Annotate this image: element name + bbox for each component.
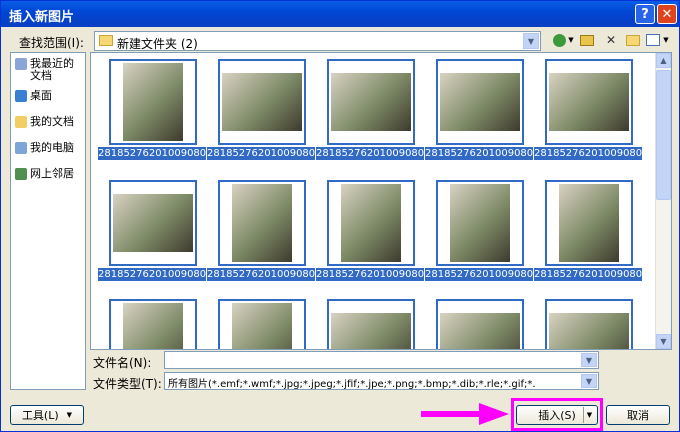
insert-dropdown-icon[interactable]: ▼ <box>583 407 595 423</box>
image-thumbnail[interactable] <box>545 299 633 349</box>
chevron-down-icon: ▼ <box>66 411 73 419</box>
photo <box>549 313 629 349</box>
filetype-label: 文件类型(T): <box>93 377 162 391</box>
recent-documents-icon <box>15 58 27 70</box>
up-folder-icon[interactable] <box>579 32 595 48</box>
file-name[interactable]: 28185276201009080... <box>316 268 424 281</box>
image-thumbnail[interactable] <box>218 299 306 349</box>
photo <box>113 194 193 252</box>
image-thumbnail[interactable] <box>545 180 633 266</box>
file-name[interactable]: 28185276201009080... <box>207 268 315 281</box>
photo <box>331 73 411 131</box>
filetype-value: 所有图片(*.emf;*.wmf;*.jpg;*.jpeg;*.jfif;*.j… <box>168 379 536 390</box>
place-label: 我最近的文档 <box>30 57 74 82</box>
place-label: 桌面 <box>30 89 52 102</box>
photo <box>549 73 629 131</box>
chevron-down-icon[interactable]: ▼ <box>581 353 597 367</box>
tools-label: 工具(L) <box>21 409 59 422</box>
image-thumbnail[interactable] <box>109 59 197 145</box>
title-bar: 插入新图片 ? ✕ <box>1 1 679 27</box>
photo <box>123 63 183 141</box>
insert-picture-dialog: 插入新图片 ? ✕ 查找范围(I): 新建文件夹 (2) ▼ ▼ ✕ ▼ 我最近… <box>0 0 680 432</box>
folder-icon <box>99 35 113 46</box>
photo <box>232 303 292 349</box>
photo <box>440 73 520 131</box>
image-thumbnail[interactable] <box>327 299 415 349</box>
close-button[interactable]: ✕ <box>657 4 677 24</box>
image-thumbnail[interactable] <box>545 59 633 145</box>
places-bar: 我最近的文档 桌面 我的文档 我的电脑 网上邻居 <box>10 52 86 390</box>
close-icon: ✕ <box>661 6 673 22</box>
scroll-down-icon[interactable]: ▼ <box>656 334 671 349</box>
desktop-icon <box>15 90 27 102</box>
back-icon[interactable] <box>551 32 567 48</box>
image-thumbnail[interactable] <box>109 180 197 266</box>
place-label: 网上邻居 <box>30 167 74 180</box>
scroll-thumb[interactable] <box>656 70 671 200</box>
image-thumbnail[interactable] <box>109 299 197 349</box>
views-dropdown-icon[interactable]: ▼ <box>662 32 670 48</box>
file-list: 28185276201009080... 28185276201009080..… <box>90 52 672 350</box>
photo <box>232 184 292 262</box>
filename-label: 文件名(N): <box>93 356 152 370</box>
image-thumbnail[interactable] <box>436 299 524 349</box>
file-name[interactable]: 28185276201009080... <box>316 147 424 160</box>
lookin-value: 新建文件夹 (2) <box>117 37 198 51</box>
cancel-label: 取消 <box>627 409 649 422</box>
photo <box>450 184 510 262</box>
photo <box>341 184 401 262</box>
delete-icon[interactable]: ✕ <box>603 32 619 48</box>
scroll-up-icon[interactable]: ▲ <box>656 53 671 68</box>
chevron-down-icon[interactable]: ▼ <box>581 374 597 388</box>
photo <box>222 73 302 131</box>
help-button[interactable]: ? <box>635 4 655 24</box>
file-name[interactable]: 28185276201009080... <box>98 268 206 281</box>
insert-label: 插入(S) <box>538 409 576 422</box>
help-icon: ? <box>641 6 649 22</box>
filename-input[interactable]: ▼ <box>164 351 599 369</box>
new-folder-icon[interactable] <box>625 32 641 48</box>
photo <box>559 184 619 262</box>
place-label: 我的文档 <box>30 115 74 128</box>
photo <box>440 313 520 349</box>
network-places-icon <box>15 168 27 180</box>
cancel-button[interactable]: 取消 <box>606 405 670 425</box>
vertical-scrollbar[interactable]: ▲ ▼ <box>655 53 671 349</box>
lookin-label: 查找范围(I): <box>19 36 84 50</box>
file-name[interactable]: 28185276201009080... <box>425 147 533 160</box>
tools-button[interactable]: 工具(L) ▼ <box>10 405 84 425</box>
image-thumbnail[interactable] <box>327 180 415 266</box>
filetype-select[interactable]: 所有图片(*.emf;*.wmf;*.jpg;*.jpeg;*.jfif;*.j… <box>164 372 599 390</box>
file-name[interactable]: 28185276201009080... <box>534 268 642 281</box>
annotation-arrow <box>421 403 509 425</box>
insert-button[interactable]: 插入(S) ▼ <box>516 405 598 425</box>
file-name[interactable]: 28185276201009080... <box>534 147 642 160</box>
back-dropdown-icon[interactable]: ▼ <box>567 32 575 48</box>
place-label: 我的电脑 <box>30 141 74 154</box>
photo <box>331 313 411 349</box>
image-thumbnail[interactable] <box>218 59 306 145</box>
my-computer-icon <box>15 142 27 154</box>
my-documents-icon <box>15 116 27 128</box>
chevron-down-icon[interactable]: ▼ <box>523 33 539 49</box>
image-thumbnail[interactable] <box>436 59 524 145</box>
file-name[interactable]: 28185276201009080... <box>98 147 206 160</box>
file-name[interactable]: 28185276201009080... <box>207 147 315 160</box>
window-title: 插入新图片 <box>9 10 75 25</box>
image-thumbnail[interactable] <box>327 59 415 145</box>
views-icon[interactable] <box>645 32 661 48</box>
photo <box>123 303 183 349</box>
file-name[interactable]: 28185276201009080... <box>425 268 533 281</box>
lookin-combobox[interactable]: 新建文件夹 (2) ▼ <box>94 31 541 51</box>
image-thumbnail[interactable] <box>436 180 524 266</box>
image-thumbnail[interactable] <box>218 180 306 266</box>
